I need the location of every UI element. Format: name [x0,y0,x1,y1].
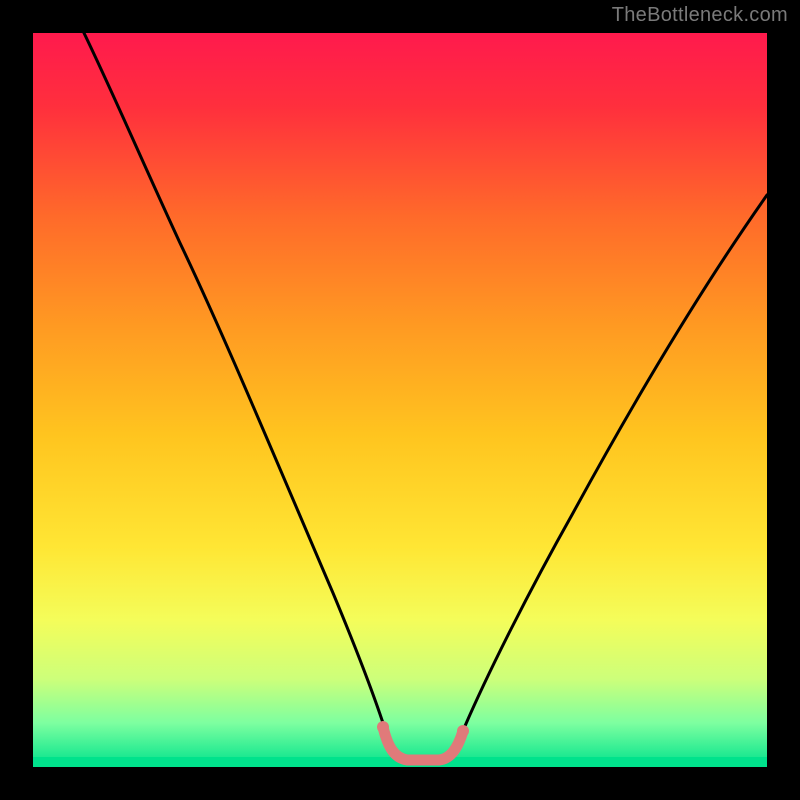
chart-frame: TheBottleneck.com [0,0,800,800]
watermark-text: TheBottleneck.com [612,4,788,27]
bottleneck-curve-plot [33,33,767,767]
highlight-endcap-left [377,721,389,733]
highlight-endcap-right [457,725,469,737]
gradient-background [33,33,767,767]
